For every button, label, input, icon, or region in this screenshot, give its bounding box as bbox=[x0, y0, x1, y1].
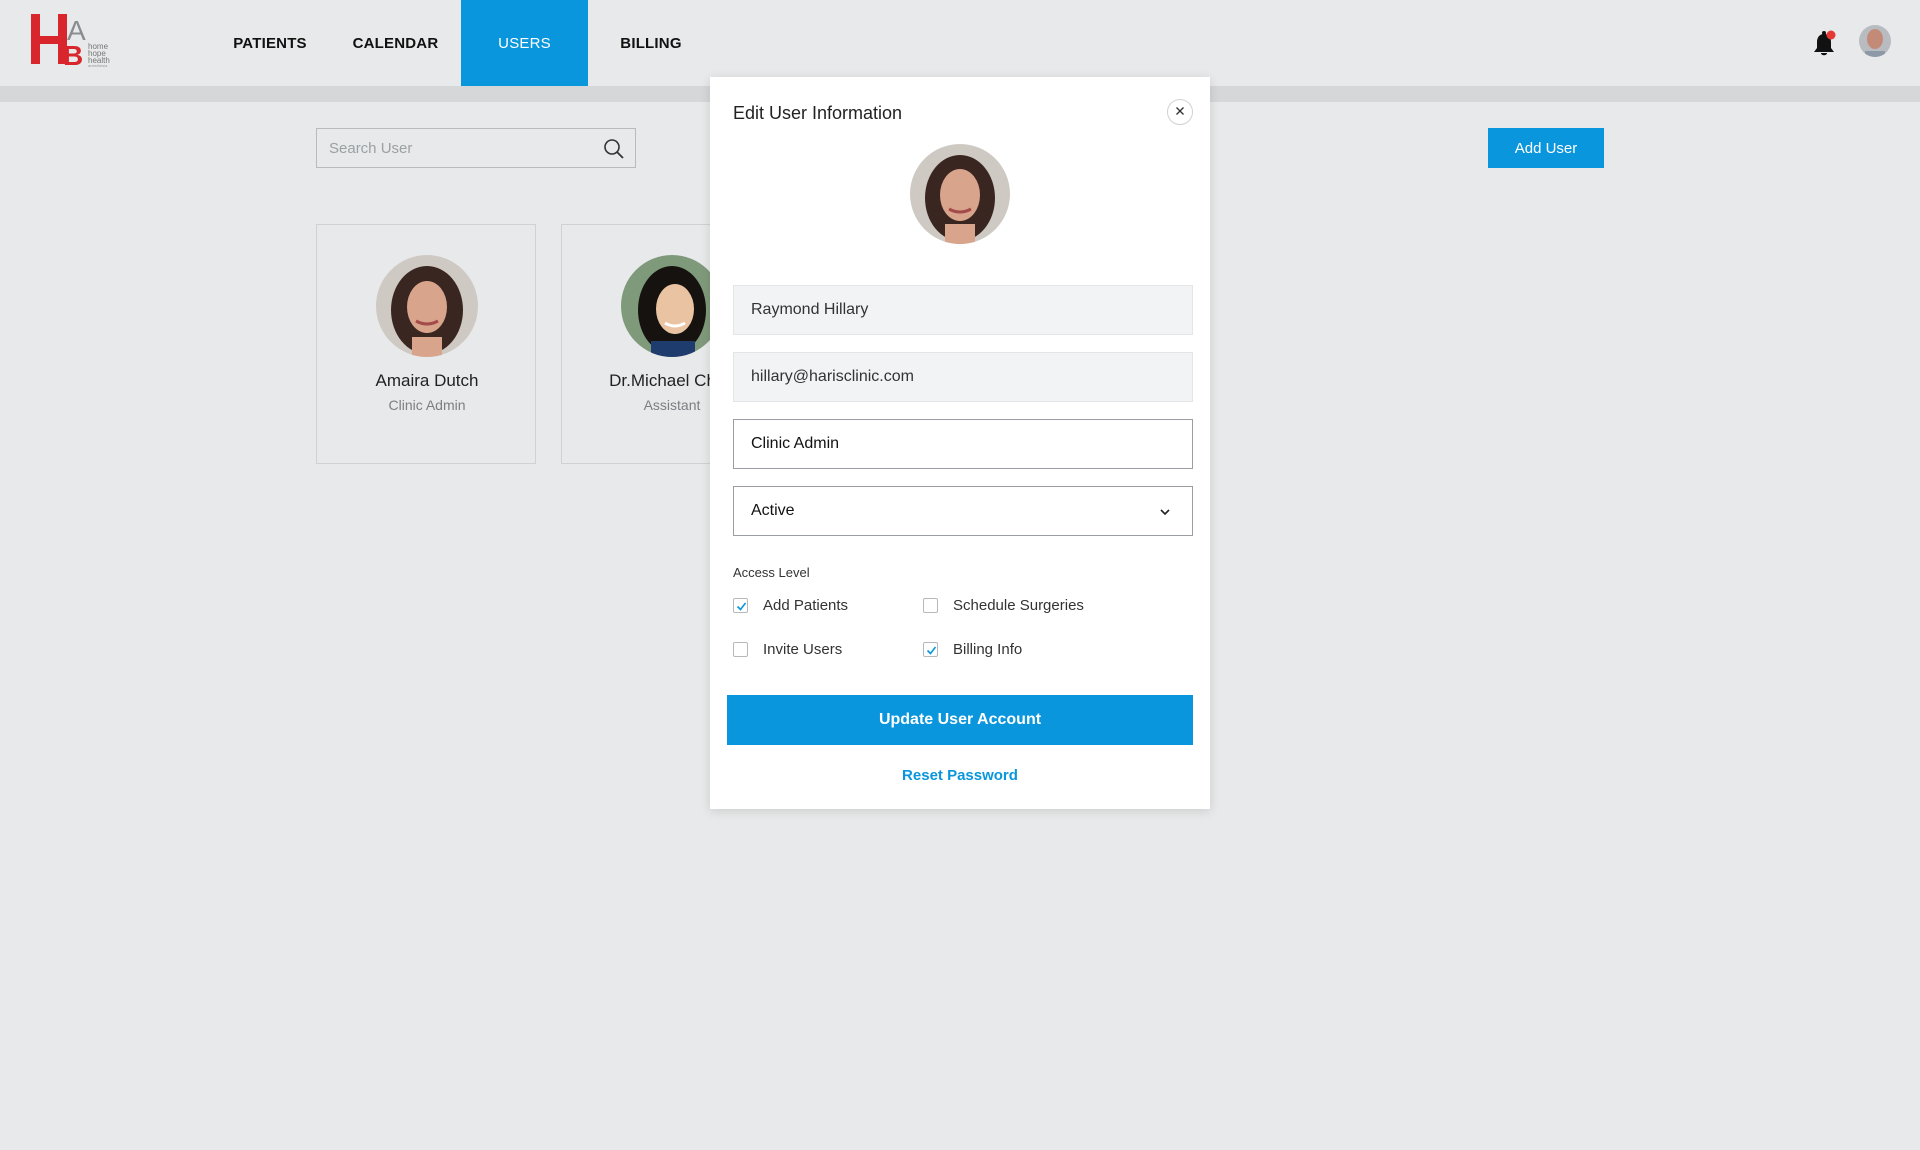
checkbox-checked[interactable] bbox=[733, 598, 748, 613]
main-nav: PATIENTS CALENDAR USERS BILLING bbox=[210, 0, 714, 86]
bell-icon[interactable] bbox=[1812, 30, 1838, 58]
add-user-button[interactable]: Add User bbox=[1488, 128, 1604, 168]
permission-label: Billing Info bbox=[953, 641, 1023, 658]
modal-title: Edit User Information bbox=[733, 103, 903, 123]
search-user-box[interactable] bbox=[316, 128, 636, 168]
nav-calendar[interactable]: CALENDAR bbox=[330, 0, 461, 86]
nav-users[interactable]: USERS bbox=[461, 0, 588, 86]
home-hope-health-logo[interactable]: A B home hope health anesthesia bbox=[30, 12, 130, 71]
close-icon bbox=[1175, 103, 1185, 121]
top-header: A B home hope health anesthesia PATIENTS… bbox=[0, 0, 1920, 86]
permission-invite-users[interactable]: Invite Users bbox=[733, 641, 842, 658]
user-avatar bbox=[376, 255, 478, 357]
search-icon[interactable] bbox=[603, 138, 625, 160]
status-select[interactable]: Active bbox=[733, 486, 1193, 536]
nav-billing[interactable]: BILLING bbox=[588, 0, 714, 86]
access-level-label: Access Level bbox=[733, 565, 810, 580]
user-role: Clinic Admin bbox=[388, 397, 466, 413]
permission-billing-info[interactable]: Billing Info bbox=[923, 641, 1022, 658]
email-field[interactable] bbox=[733, 352, 1193, 402]
user-avatar bbox=[621, 255, 723, 357]
checkbox-unchecked[interactable] bbox=[733, 642, 748, 657]
user-card[interactable]: Amaira Dutch Clinic Admin bbox=[316, 224, 536, 464]
permission-label: Invite Users bbox=[763, 641, 843, 658]
permission-schedule-surgeries[interactable]: Schedule Surgeries bbox=[923, 597, 1084, 614]
current-user-avatar[interactable] bbox=[1859, 25, 1891, 57]
update-user-account-button[interactable]: Update User Account bbox=[727, 695, 1193, 745]
permission-add-patients[interactable]: Add Patients bbox=[733, 597, 848, 614]
name-input[interactable] bbox=[751, 301, 1171, 319]
nav-patients[interactable]: PATIENTS bbox=[210, 0, 330, 86]
svg-text:B: B bbox=[63, 40, 83, 68]
edit-user-modal: Edit User Information Active bbox=[710, 77, 1210, 809]
checkbox-unchecked[interactable] bbox=[923, 598, 938, 613]
reset-password-link[interactable]: Reset Password bbox=[710, 767, 1210, 784]
permission-label: Add Patients bbox=[763, 597, 849, 614]
chevron-down-icon bbox=[1158, 505, 1172, 519]
close-button[interactable] bbox=[1167, 99, 1193, 125]
user-name: Amaira Dutch bbox=[375, 371, 479, 390]
user-photo[interactable] bbox=[910, 144, 1010, 244]
status-value: Active bbox=[751, 502, 795, 519]
permission-label: Schedule Surgeries bbox=[953, 597, 1084, 614]
checkbox-checked[interactable] bbox=[923, 642, 938, 657]
search-input[interactable] bbox=[329, 139, 599, 157]
svg-text:anesthesia: anesthesia bbox=[88, 63, 108, 68]
role-field[interactable] bbox=[733, 419, 1193, 469]
email-input[interactable] bbox=[751, 368, 1171, 386]
role-input[interactable] bbox=[751, 435, 1171, 453]
name-field[interactable] bbox=[733, 285, 1193, 335]
